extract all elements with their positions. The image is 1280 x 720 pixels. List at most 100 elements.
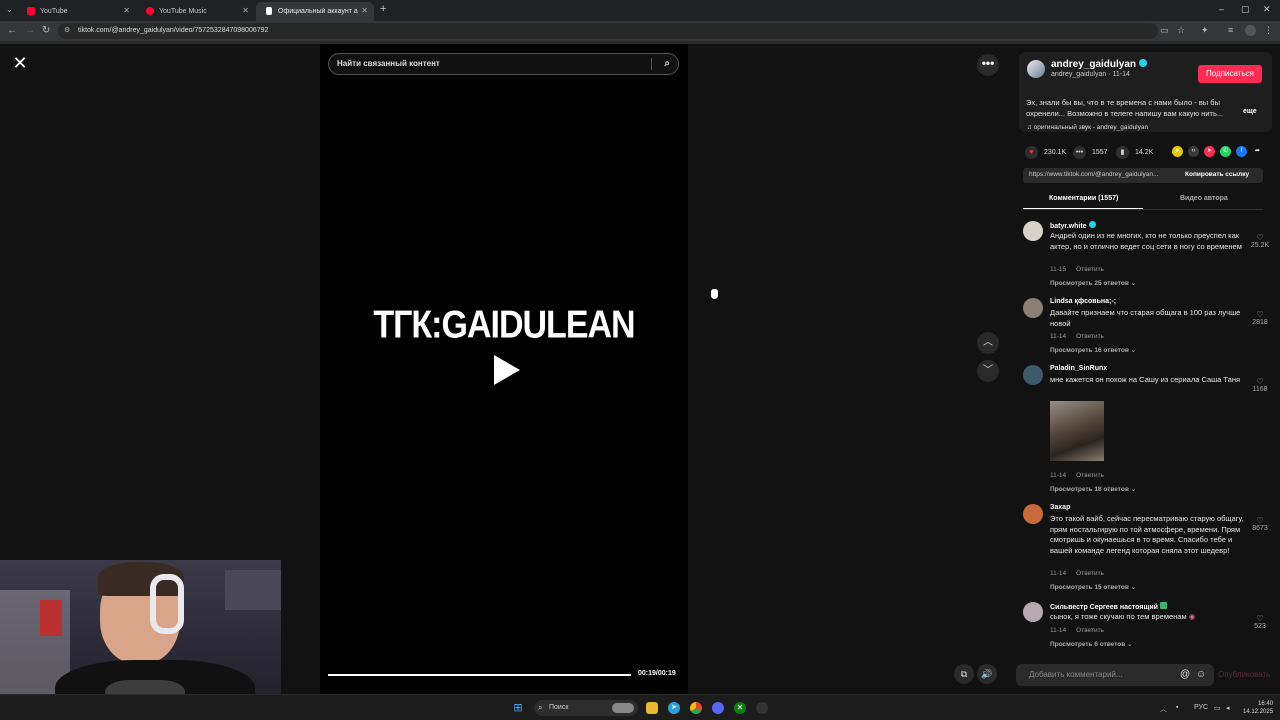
- close-tab-icon[interactable]: ✕: [123, 6, 130, 15]
- input-language[interactable]: РУС: [1194, 704, 1208, 711]
- commenter-name[interactable]: batyr.white: [1050, 221, 1096, 230]
- view-replies-link[interactable]: Просмотреть 18 ответов ⌄: [1050, 485, 1136, 493]
- reply-link[interactable]: Ответить: [1076, 627, 1104, 634]
- network-icon[interactable]: ▭: [1214, 704, 1221, 712]
- share-emoji-icon[interactable]: ●: [1172, 146, 1183, 157]
- tray-app-icon[interactable]: ▪: [1176, 704, 1178, 711]
- back-icon[interactable]: ←: [7, 25, 17, 36]
- close-tab-icon[interactable]: ✕: [361, 6, 368, 15]
- commenter-avatar[interactable]: [1023, 298, 1043, 318]
- close-tab-icon[interactable]: ✕: [242, 6, 249, 15]
- tab-comments[interactable]: Комментарии (1557): [1049, 195, 1118, 202]
- commenter-avatar[interactable]: [1023, 602, 1043, 622]
- address-bar[interactable]: ⚙ tiktok.com/@andrey_gaidulyan/video/757…: [58, 23, 1158, 39]
- share-link-url[interactable]: https://www.tiktok.com/@andrey_gaidulyan…: [1029, 171, 1158, 178]
- commenter-avatar[interactable]: [1023, 365, 1043, 385]
- install-app-icon[interactable]: ▭: [1160, 26, 1169, 35]
- whatsapp-icon[interactable]: ✆: [1220, 146, 1231, 157]
- comment-meta: 11-14 Ответить: [1050, 570, 1104, 577]
- extensions-icon[interactable]: ✦: [1201, 26, 1210, 35]
- xbox-icon[interactable]: ✕: [734, 702, 746, 714]
- view-replies-link[interactable]: Просмотреть 16 ответов ⌄: [1050, 346, 1136, 354]
- next-video-button[interactable]: ﹀: [977, 360, 999, 382]
- pip-icon[interactable]: ⧉: [954, 664, 974, 684]
- discord-icon[interactable]: [712, 702, 724, 714]
- share-arrow-icon[interactable]: ➦: [1252, 146, 1263, 157]
- reply-link[interactable]: Ответить: [1076, 266, 1104, 273]
- commenter-name[interactable]: Захар: [1050, 504, 1070, 511]
- play-icon[interactable]: [494, 355, 520, 385]
- forward-icon[interactable]: →: [25, 25, 35, 36]
- commenter-name[interactable]: Paladin_SinRunx: [1050, 365, 1107, 372]
- site-info-icon[interactable]: ⚙: [64, 23, 70, 39]
- reply-link[interactable]: Ответить: [1076, 570, 1104, 577]
- commenter-avatar[interactable]: [1023, 221, 1043, 241]
- file-explorer-icon[interactable]: [646, 702, 658, 714]
- original-sound-link[interactable]: ♫ оригинальный звук - andrey_gaidulyan: [1027, 124, 1148, 131]
- publish-button[interactable]: Опубликовать: [1218, 670, 1270, 679]
- comment-image[interactable]: [1050, 401, 1104, 461]
- commenter-name[interactable]: Сильвестр Сергеев настоящий: [1050, 602, 1167, 611]
- bookmark-star-icon[interactable]: ☆: [1177, 26, 1186, 35]
- more-options-button[interactable]: •••: [977, 54, 999, 76]
- window-close-icon[interactable]: ✕: [1263, 4, 1271, 15]
- comment-like[interactable]: ♡ 8673: [1247, 516, 1273, 532]
- commenter-avatar[interactable]: [1023, 504, 1043, 524]
- commenter-name[interactable]: Lindsa қфсовьна;-;: [1050, 298, 1116, 305]
- emoji-picker-icon[interactable]: ☺: [1196, 664, 1206, 686]
- maximize-icon[interactable]: ▢: [1241, 4, 1250, 15]
- comment-stat[interactable]: ••• 1557: [1073, 145, 1108, 159]
- view-replies-link[interactable]: Просмотреть 15 ответов ⌄: [1050, 583, 1136, 591]
- video-progress-bar[interactable]: [328, 674, 631, 676]
- reply-link[interactable]: Ответить: [1076, 333, 1104, 340]
- mention-icon[interactable]: @: [1180, 664, 1190, 686]
- start-menu-icon[interactable]: ⊞: [512, 702, 524, 714]
- comment-meta: 11-14 Ответить: [1050, 333, 1104, 340]
- tab-author-videos[interactable]: Видео автора: [1180, 195, 1228, 202]
- related-search-input[interactable]: Найти связанный контент ⌕: [328, 53, 679, 75]
- subscribe-button[interactable]: Подписаться: [1198, 65, 1262, 83]
- comment-like[interactable]: ♡ 523: [1247, 614, 1273, 630]
- clock-date: 14.12.2025: [1243, 709, 1274, 715]
- close-viewer-button[interactable]: ✕: [9, 52, 31, 74]
- comment-like[interactable]: ♡ 2818: [1247, 310, 1273, 326]
- more-description-link[interactable]: еще: [1243, 108, 1257, 115]
- chrome-icon[interactable]: [690, 702, 702, 714]
- view-replies-link[interactable]: Просмотреть 25 ответов ⌄: [1050, 279, 1136, 287]
- volume-icon[interactable]: 🔊: [977, 664, 997, 684]
- author-avatar[interactable]: [1027, 60, 1045, 78]
- tab-youtube-music[interactable]: YouTube Music ✕: [137, 2, 255, 21]
- view-replies-link[interactable]: Просмотреть 6 ответов ⌄: [1050, 640, 1133, 648]
- comment-input[interactable]: Добавить комментарий... @ ☺: [1016, 664, 1214, 686]
- like-stat[interactable]: ♥ 230.1K: [1025, 145, 1066, 159]
- comment-meta: 11-15 Ответить: [1050, 266, 1104, 273]
- embed-icon[interactable]: ‹›: [1188, 146, 1199, 157]
- tray-chevron-icon[interactable]: ︿: [1160, 704, 1167, 714]
- reply-link[interactable]: Ответить: [1076, 472, 1104, 479]
- send-to-friends-icon[interactable]: ➤: [1204, 146, 1215, 157]
- previous-video-button[interactable]: ︿: [977, 332, 999, 354]
- tab-list-icon[interactable]: ⌄: [6, 5, 13, 14]
- comment-like[interactable]: ♡ 1168: [1247, 377, 1273, 393]
- taskbar-search[interactable]: ⌕ Поиск: [534, 700, 638, 716]
- tab-divider: [1023, 209, 1263, 210]
- save-stat[interactable]: ▮ 14.2K: [1116, 145, 1153, 159]
- system-clock[interactable]: 16:40 14.12.2025: [1243, 700, 1273, 716]
- tab-youtube[interactable]: YouTube ✕: [18, 2, 136, 21]
- new-tab-icon[interactable]: +: [380, 3, 386, 15]
- profile-avatar-icon[interactable]: [1245, 25, 1256, 36]
- speaker-icon[interactable]: ◂: [1226, 704, 1230, 712]
- copy-link-button[interactable]: Копировать ссылку: [1185, 171, 1249, 178]
- tab-tiktok[interactable]: Официальный аккаунт andrey ✕: [256, 2, 374, 21]
- comment-like[interactable]: ♡ 25.2K: [1247, 233, 1273, 249]
- facebook-icon[interactable]: f: [1236, 146, 1247, 157]
- media-control-icon[interactable]: ≡: [1228, 26, 1237, 35]
- video-overlay-text: ТГК:GAIDULEAN: [373, 303, 635, 347]
- telegram-icon[interactable]: ➤: [668, 702, 680, 714]
- reload-icon[interactable]: ↻: [42, 25, 50, 36]
- obs-icon[interactable]: [756, 702, 768, 714]
- author-name[interactable]: andrey_gaidulyan: [1051, 59, 1148, 70]
- minimize-icon[interactable]: –: [1219, 4, 1224, 14]
- search-icon[interactable]: ⌕: [664, 54, 670, 74]
- browser-menu-icon[interactable]: ⋮: [1264, 26, 1273, 35]
